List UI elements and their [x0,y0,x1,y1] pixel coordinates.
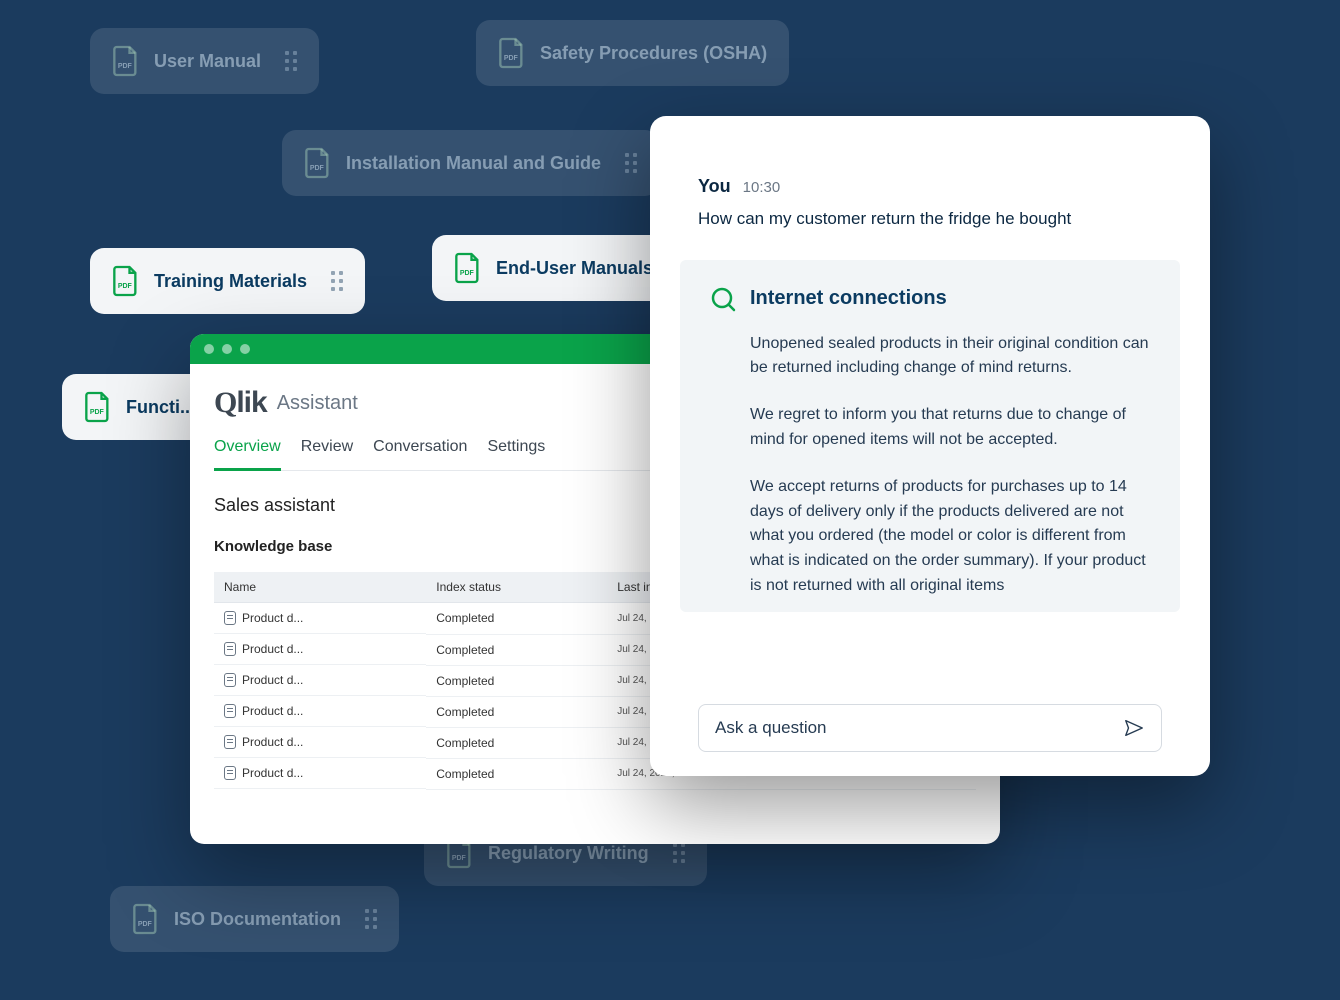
doc-chip-safety[interactable]: PDF Safety Procedures (OSHA) [476,20,789,86]
window-dot[interactable] [204,344,214,354]
cell-name: Product d... [214,727,426,758]
chip-label: ISO Documentation [174,909,341,930]
cell-status: Completed [426,758,607,789]
database-icon [224,704,236,718]
cell-name: Product d... [214,665,426,696]
database-icon [224,611,236,625]
answer-paragraph: We regret to inform you that returns due… [710,403,1150,453]
message-time: 10:30 [743,179,781,196]
svg-text:PDF: PDF [460,270,475,277]
drag-handle-icon[interactable] [365,909,377,929]
tab-settings[interactable]: Settings [487,438,545,470]
cell-status: Completed [426,727,607,758]
svg-text:PDF: PDF [118,283,133,290]
answer-card: Internet connections Unopened sealed pro… [680,260,1180,612]
tab-review[interactable]: Review [301,438,353,470]
cell-name: Product d... [214,758,426,789]
chip-label: Regulatory Writing [488,843,649,864]
database-icon [224,642,236,656]
tab-conversation[interactable]: Conversation [373,438,467,470]
answer-title: Internet connections [750,287,947,310]
database-icon [224,735,236,749]
database-icon [224,673,236,687]
cell-name: Product d... [214,603,426,634]
answer-source-icon [710,286,736,312]
svg-text:PDF: PDF [138,921,153,928]
ask-placeholder: Ask a question [715,718,827,738]
cell-status: Completed [426,696,607,727]
svg-text:PDF: PDF [90,409,105,416]
drag-handle-icon[interactable] [285,51,297,71]
drag-handle-icon[interactable] [331,271,343,291]
doc-chip-install[interactable]: PDF Installation Manual and Guide [282,130,659,196]
chip-label: Safety Procedures (OSHA) [540,43,767,64]
drag-handle-icon[interactable] [625,153,637,173]
svg-text:PDF: PDF [310,165,325,172]
cell-name: Product d... [214,696,426,727]
qlik-logo: Qlik [214,386,267,420]
chip-label: End-User Manuals [496,258,653,279]
window-dot[interactable] [240,344,250,354]
svg-text:PDF: PDF [504,55,519,62]
chip-label: Installation Manual and Guide [346,153,601,174]
send-icon[interactable] [1123,717,1145,739]
doc-chip-enduser[interactable]: PDF End-User Manuals [432,235,675,301]
database-icon [224,766,236,780]
tab-overview[interactable]: Overview [214,438,281,471]
message-header: You 10:30 [698,176,1162,197]
chip-label: Functi... [126,397,195,418]
col-status: Index status [426,572,607,603]
brand-subtitle: Assistant [277,392,358,415]
svg-text:PDF: PDF [118,63,133,70]
cell-status: Completed [426,665,607,696]
svg-text:PDF: PDF [452,855,467,862]
sender-label: You [698,176,731,197]
chip-label: User Manual [154,51,261,72]
cell-name: Product d... [214,634,426,665]
user-question: How can my customer return the fridge he… [698,207,1162,232]
doc-chip-user-manual[interactable]: PDF User Manual [90,28,319,94]
answer-paragraph: We accept returns of products for purcha… [710,475,1150,599]
col-name: Name [214,572,426,603]
ask-input[interactable]: Ask a question [698,704,1162,752]
doc-chip-training[interactable]: PDF Training Materials [90,248,365,314]
answer-paragraph: Unopened sealed products in their origin… [710,332,1150,382]
cell-status: Completed [426,634,607,665]
chip-label: Training Materials [154,271,307,292]
chat-panel: You 10:30 How can my customer return the… [650,116,1210,776]
doc-chip-iso[interactable]: PDF ISO Documentation [110,886,399,952]
kb-title: Knowledge base [214,538,332,555]
drag-handle-icon[interactable] [673,843,685,863]
cell-status: Completed [426,603,607,635]
window-dot[interactable] [222,344,232,354]
